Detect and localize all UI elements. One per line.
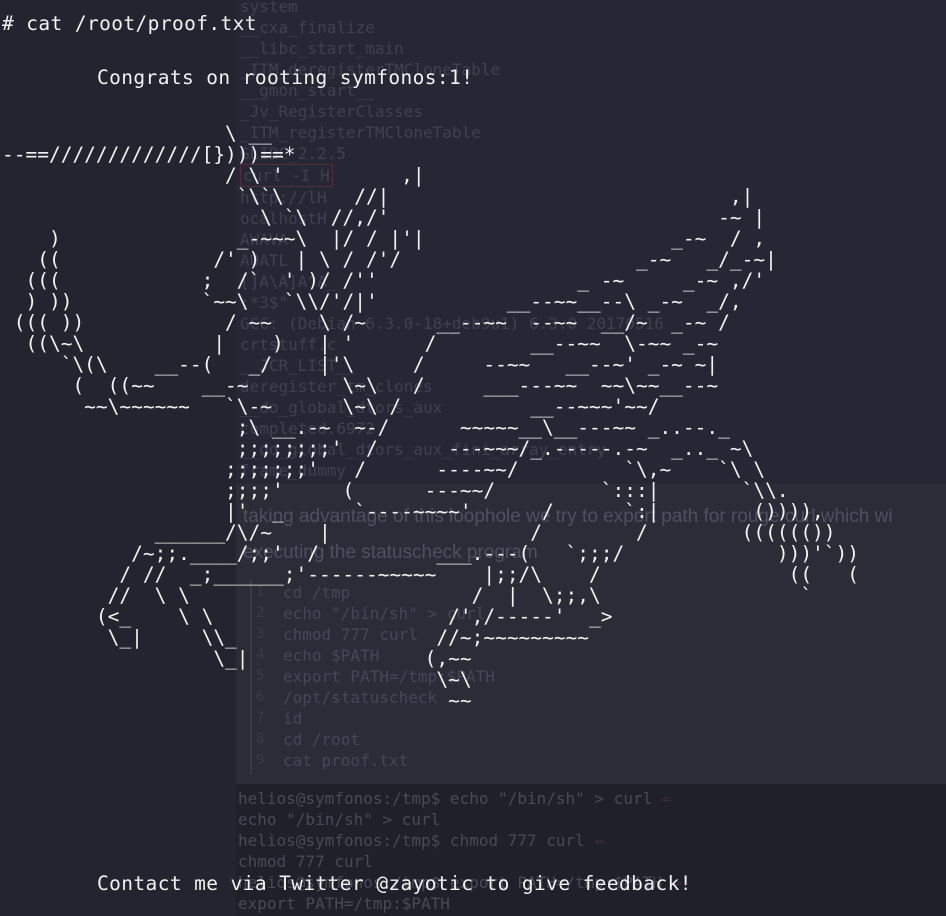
congrats-message: Congrats on rooting symfonos:1! bbox=[97, 66, 474, 89]
terminal-line: export PATH=/tmp:$PATH bbox=[238, 894, 450, 913]
arrow-left-icon: ⇦ bbox=[652, 789, 672, 808]
strings-line: __cxa_finalize bbox=[240, 18, 375, 37]
code-line: cat proof.txt bbox=[283, 751, 409, 770]
command-line: # cat /root/proof.txt bbox=[2, 12, 257, 35]
screenshot-viewport: system __cxa_finalize __libc_start_main … bbox=[0, 0, 946, 916]
strings-line: __libc_start_main bbox=[240, 39, 404, 58]
terminal-line: echo "/bin/sh" > curl bbox=[238, 810, 441, 829]
pegasus-ascii-art: \ __ --==/////////////[})))==* / \ ' ,| … bbox=[2, 122, 860, 712]
code-line-number: 7 bbox=[256, 710, 265, 726]
arrow-left-icon: ⇦ bbox=[584, 831, 605, 850]
contact-message: Contact me via Twitter @zayotic to give … bbox=[97, 872, 692, 895]
terminal-line: helios@symfonos:/tmp$ chmod 777 curl bbox=[238, 831, 585, 850]
terminal-line: chmod 777 curl bbox=[238, 852, 373, 871]
code-line-number: 9 bbox=[256, 752, 265, 768]
strings-line: _Jv_RegisterClasses bbox=[240, 102, 424, 121]
code-line-number: 8 bbox=[256, 731, 265, 747]
terminal-line: helios@symfonos:/tmp$ echo "/bin/sh" > c… bbox=[238, 789, 653, 808]
background-terminal-lines: helios@symfonos:/tmp$ echo "/bin/sh" > c… bbox=[238, 788, 681, 914]
code-line: cd /root bbox=[283, 730, 361, 749]
